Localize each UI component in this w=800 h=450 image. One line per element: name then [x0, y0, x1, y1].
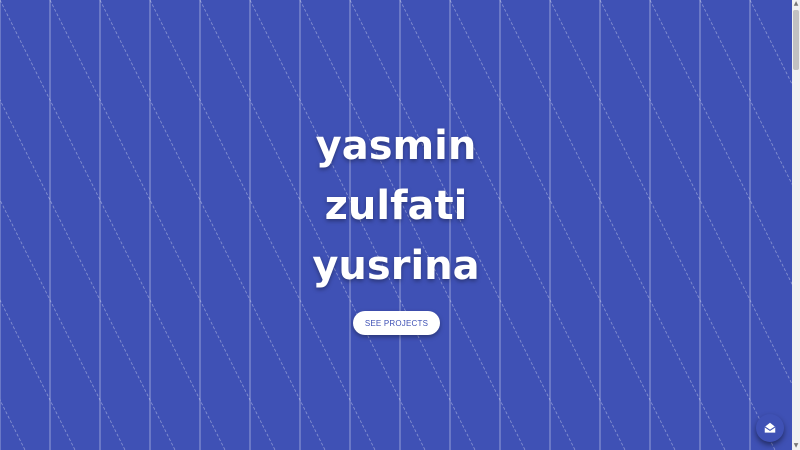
see-projects-button[interactable]: SEE PROJECTS [353, 311, 440, 335]
hero-section: yasmin zulfati yusrina SEE PROJECTS [0, 0, 792, 450]
mail-open-icon [764, 422, 776, 433]
vertical-scrollbar[interactable]: ▲ ▼ [792, 0, 800, 450]
name-line-middle: zulfati [324, 183, 468, 229]
page: yasmin zulfati yusrina SEE PROJECTS ▲ ▼ [0, 0, 800, 450]
scrollbar-thumb[interactable] [793, 10, 799, 70]
scroll-down-arrow-icon[interactable]: ▼ [792, 442, 800, 450]
contact-fab-button[interactable] [756, 414, 784, 442]
name-line-last: yusrina [312, 243, 480, 289]
name-line-first: yasmin [315, 123, 477, 169]
scroll-up-arrow-icon[interactable]: ▲ [792, 0, 800, 8]
